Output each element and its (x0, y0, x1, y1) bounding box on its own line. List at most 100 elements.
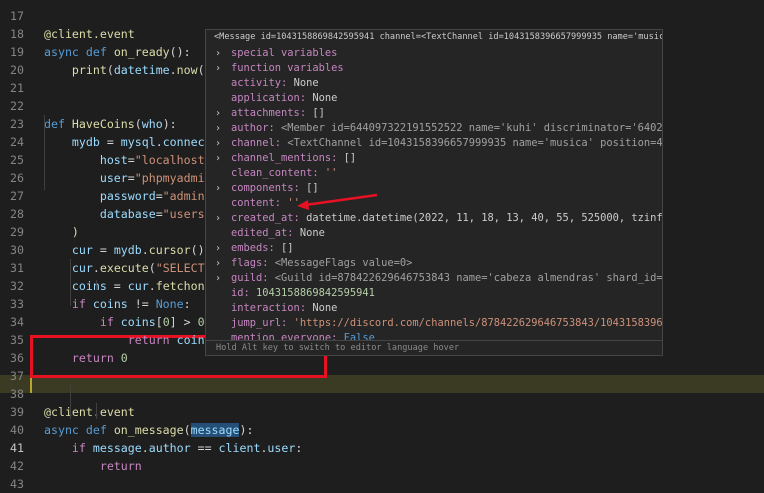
code-token: ): (162, 117, 177, 131)
code-token: . (169, 63, 177, 77)
code-token: if (99, 315, 121, 329)
code-line[interactable]: 37 (0, 367, 764, 385)
chevron-right-icon[interactable]: › (215, 106, 221, 121)
hover-variable-row[interactable]: › author: <Member id=644097322191552522 n… (206, 121, 662, 136)
code-token: datetime (113, 63, 170, 77)
code-text: async def on_message(message): (44, 421, 253, 439)
code-text: def HaveCoins(who): (44, 115, 177, 133)
hover-variable-row[interactable]: › channel: <TextChannel id=10431583966579… (206, 136, 662, 151)
code-token: mydb (71, 135, 100, 149)
hover-variable-row[interactable]: › created_at: datetime.datetime(2022, 11,… (206, 211, 662, 226)
line-number: 38 (10, 387, 24, 401)
variable-value: '' (324, 167, 338, 179)
code-line[interactable]: 41 if message.author == client.user: (0, 439, 764, 457)
code-token: . (141, 441, 149, 455)
line-number: 25 (10, 153, 24, 167)
chevron-right-icon[interactable]: › (215, 121, 221, 136)
code-token: ( (106, 63, 114, 77)
code-token: mysql (120, 135, 156, 149)
chevron-right-icon[interactable]: › (215, 46, 221, 61)
hover-variable-row[interactable]: application: None (206, 91, 662, 106)
hover-variable-row[interactable]: › guild: <Guild id=878422629646753843 nam… (206, 271, 662, 286)
code-text: return 0 (44, 349, 128, 367)
code-token: = (92, 243, 114, 257)
chevron-right-icon[interactable]: › (215, 271, 221, 286)
chevron-right-icon[interactable]: › (215, 136, 221, 151)
code-line[interactable]: 42 return (0, 457, 764, 475)
code-text: async def on_ready(): (44, 43, 191, 61)
code-text: password="admin", (44, 187, 219, 205)
chevron-right-icon[interactable]: › (215, 151, 221, 166)
code-token: 0 (197, 315, 205, 329)
hover-variable-row[interactable]: edited_at: None (206, 226, 662, 241)
line-number: 35 (10, 333, 24, 347)
line-number: 19 (10, 45, 24, 59)
line-number: 27 (10, 189, 24, 203)
hover-variable-row[interactable]: › flags: <MessageFlags value=0> (206, 256, 662, 271)
line-number: 21 (10, 81, 24, 95)
indent-guide (44, 115, 45, 190)
code-token: cur (71, 261, 93, 275)
hover-variable-row[interactable]: › special variables (206, 46, 662, 61)
hover-variable-row[interactable]: clean_content: '' (206, 166, 662, 181)
hover-variable-row[interactable]: content: '' (206, 196, 662, 211)
hover-footer-hint: Hold Alt key to switch to editor languag… (206, 340, 662, 355)
chevron-right-icon[interactable]: › (215, 181, 221, 196)
code-token: database (99, 207, 156, 221)
variable-name: activity: (231, 77, 294, 89)
code-token: [ (155, 315, 163, 329)
code-token: == (190, 441, 219, 455)
code-line[interactable]: 40 async def on_message(message): (0, 421, 764, 439)
code-line[interactable]: 43 (0, 475, 764, 493)
indent-guide (96, 280, 97, 290)
code-token: ( (183, 423, 191, 437)
chevron-right-icon[interactable]: › (215, 256, 221, 271)
code-token: 0 (162, 315, 170, 329)
hover-variable-row[interactable]: jump_url: 'https://discord.com/channels/… (206, 316, 662, 331)
hover-variable-row[interactable]: › embeds: [] (206, 241, 662, 256)
code-token: = (155, 207, 163, 221)
code-line[interactable]: 38 (0, 385, 764, 403)
hover-variable-row[interactable]: id: 1043158869842595941 (206, 286, 662, 301)
code-token: host (99, 153, 128, 167)
variable-value: None (293, 77, 319, 89)
debug-hover-tooltip[interactable]: <Message id=1043158869842595941 channel=… (205, 29, 663, 356)
annotation-arrow (297, 193, 378, 210)
line-number: 34 (10, 315, 24, 329)
hover-variable-row[interactable]: › channel_mentions: [] (206, 151, 662, 166)
code-token: HaveCoins (71, 117, 135, 131)
code-token: return (71, 351, 121, 365)
code-token: = (155, 189, 163, 203)
hover-variable-row[interactable]: › attachments: [] (206, 106, 662, 121)
variable-value: None (312, 92, 338, 104)
variable-value: [] (343, 152, 357, 164)
hover-variable-row[interactable]: interaction: None (206, 301, 662, 316)
hover-variable-row[interactable]: activity: None (206, 76, 662, 91)
code-token: cur (71, 243, 93, 257)
code-line[interactable]: 17 (0, 7, 764, 25)
code-token: author (148, 441, 191, 455)
chevron-right-icon[interactable]: › (215, 211, 221, 226)
chevron-right-icon[interactable]: › (215, 61, 221, 76)
line-number: 42 (10, 459, 24, 473)
line-number: 41 (10, 441, 24, 455)
line-number: 37 (10, 369, 24, 383)
code-token: ) (44, 225, 79, 239)
code-token: coins (92, 297, 128, 311)
hover-variable-row[interactable]: › components: [] (206, 181, 662, 196)
indent-guide (70, 385, 71, 419)
code-line[interactable]: 39 @client.event (0, 403, 764, 421)
code-token: ] > (169, 315, 198, 329)
code-token: user (99, 171, 128, 185)
indent-guide (96, 403, 97, 419)
chevron-right-icon[interactable]: › (215, 241, 221, 256)
variable-name: guild: (231, 272, 275, 284)
hover-variable-row[interactable]: › function variables (206, 61, 662, 76)
code-text: cur = mydb.cursor() (44, 241, 205, 259)
code-text: print(datetime.now(). (44, 61, 219, 79)
